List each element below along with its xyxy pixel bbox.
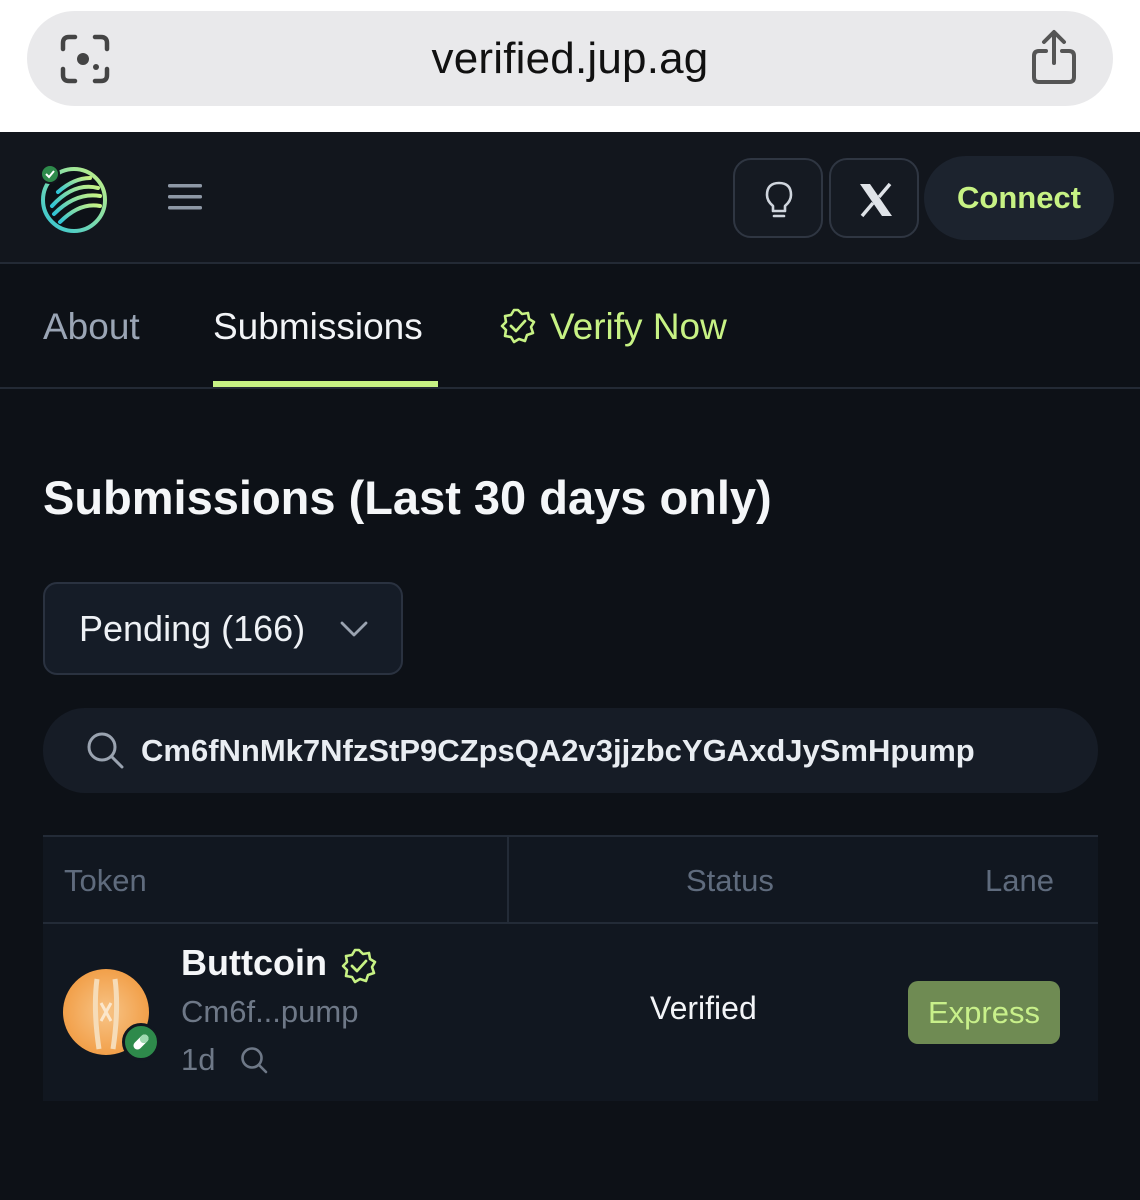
column-divider — [507, 837, 509, 924]
tab-submissions[interactable]: Submissions — [213, 302, 423, 352]
token-address[interactable]: Cm6f...pump — [181, 994, 358, 1030]
lightbulb-button[interactable] — [733, 158, 823, 238]
lane-badge: Express — [908, 981, 1060, 1044]
token-age: 1d — [181, 1042, 216, 1077]
tab-about[interactable]: About — [43, 302, 140, 352]
search-icon — [87, 732, 124, 769]
address-bar[interactable]: verified.jup.ag — [27, 11, 1113, 106]
column-header-status[interactable]: Status — [686, 837, 774, 924]
column-header-token[interactable]: Token — [64, 837, 147, 924]
chevron-down-icon — [340, 621, 368, 637]
table-header: Token Status Lane — [43, 835, 1098, 924]
browser-toolbar: verified.jup.ag — [0, 0, 1140, 132]
verified-check-icon — [500, 308, 536, 344]
search-icon[interactable] — [239, 1045, 269, 1075]
status-filter-select[interactable]: Pending (166) — [43, 582, 403, 675]
pill-icon — [122, 1023, 160, 1061]
x-button[interactable] — [829, 158, 919, 238]
page-title: Submissions (Last 30 days only) — [43, 471, 772, 524]
connect-button[interactable]: Connect — [924, 156, 1114, 240]
tab-verify-label: Verify Now — [550, 306, 727, 347]
status-text: Verified — [650, 990, 757, 1026]
menu-icon[interactable] — [166, 182, 204, 212]
submissions-table: Token Status Lane Buttcoin Cm6f...pump 1… — [43, 835, 1098, 1101]
token-name[interactable]: Buttcoin — [181, 942, 327, 984]
app-header: Connect — [0, 132, 1140, 264]
url-text[interactable]: verified.jup.ag — [27, 11, 1113, 106]
search-value[interactable]: Cm6fNnMk7NfzStP9CZpsQA2v3jjzbcYGAxdJySmH… — [141, 708, 975, 793]
share-icon[interactable] — [1029, 29, 1079, 87]
filter-selected-value: Pending (166) — [79, 608, 306, 649]
active-tab-indicator — [213, 381, 438, 387]
logo[interactable] — [38, 162, 110, 234]
tab-verify-now[interactable]: Verify Now — [500, 302, 727, 352]
lightbulb-icon — [765, 181, 793, 218]
column-header-lane[interactable]: Lane — [985, 837, 1054, 924]
table-row[interactable]: Buttcoin Cm6f...pump 1d Verified Express — [43, 924, 1098, 1101]
verified-check-icon — [341, 948, 377, 984]
tab-bar: About Submissions Verify Now — [0, 264, 1140, 389]
search-input[interactable]: Cm6fNnMk7NfzStP9CZpsQA2v3jjzbcYGAxdJySmH… — [43, 708, 1098, 793]
x-icon — [860, 182, 892, 218]
